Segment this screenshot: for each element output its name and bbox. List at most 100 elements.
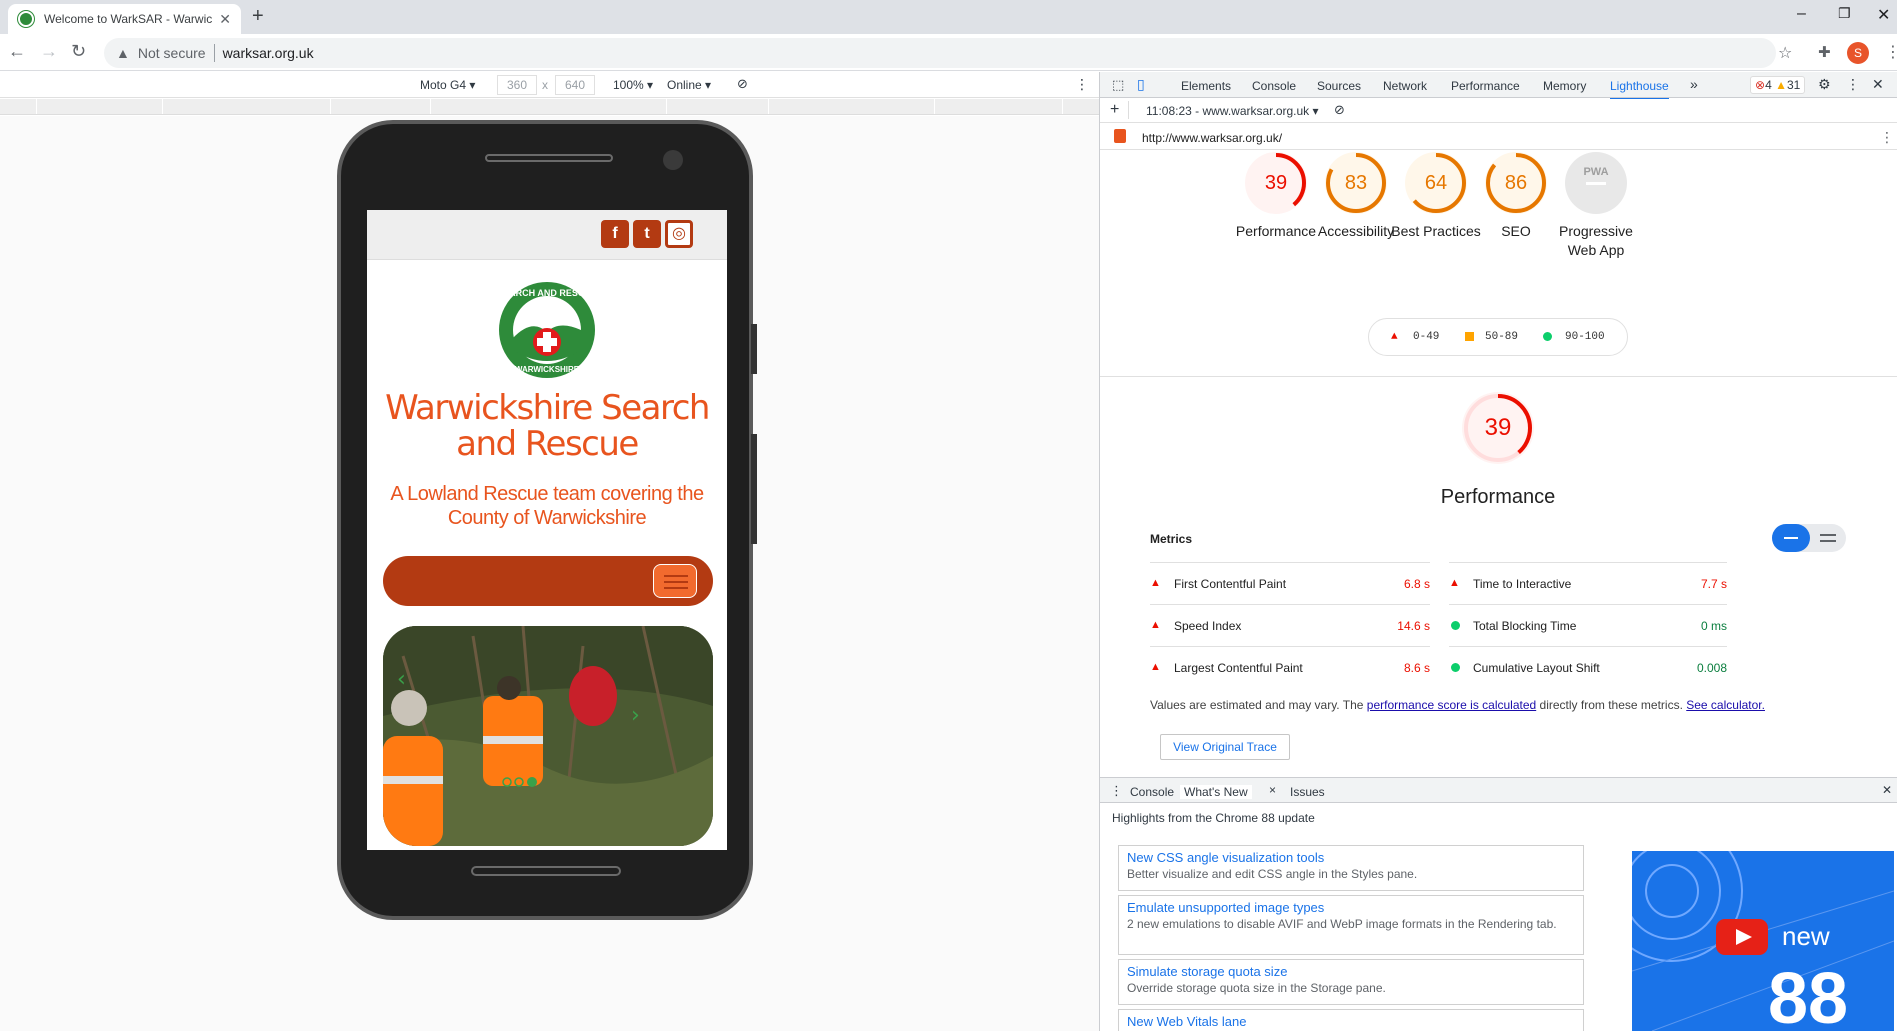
view-original-trace-button[interactable]: View Original Trace bbox=[1160, 734, 1290, 760]
drawer-tab-whats-new[interactable]: What's New bbox=[1180, 785, 1252, 799]
fail-triangle-icon: ▲ bbox=[1391, 331, 1398, 343]
tab-elements[interactable]: Elements bbox=[1181, 79, 1231, 93]
toolbar-divider bbox=[1128, 101, 1129, 119]
average-square-icon bbox=[1465, 332, 1474, 341]
settings-gear-icon[interactable]: ⚙ bbox=[1818, 76, 1831, 93]
extensions-puzzle-icon[interactable]: ✚ bbox=[1818, 43, 1831, 61]
rotate-icon[interactable]: ⊘ bbox=[737, 76, 748, 92]
metrics-heading: Metrics bbox=[1150, 532, 1193, 546]
close-drawer-icon[interactable]: ✕ bbox=[1882, 783, 1892, 797]
legend-pass: 90-100 bbox=[1565, 331, 1605, 343]
drawer-menu-icon[interactable]: ⋮ bbox=[1110, 783, 1123, 799]
tab-close-icon[interactable]: ✕ bbox=[219, 11, 231, 28]
forward-icon[interactable]: → bbox=[40, 41, 58, 62]
main-performance-gauge[interactable]: 39 bbox=[1448, 392, 1548, 464]
device-toggle-icon[interactable]: ▯ bbox=[1137, 76, 1145, 93]
fail-triangle-icon: ▲ bbox=[1150, 661, 1161, 673]
twitter-icon[interactable]: t bbox=[633, 220, 661, 248]
close-devtools-icon[interactable]: ✕ bbox=[1872, 76, 1884, 93]
tab-memory[interactable]: Memory bbox=[1543, 79, 1586, 93]
tab-lighthouse[interactable]: Lighthouse bbox=[1610, 79, 1669, 100]
hero-carousel-image[interactable]: ‹ › bbox=[383, 626, 713, 846]
score-gauge-progressive-web-app[interactable]: PWA Progressive Web App bbox=[1548, 152, 1644, 260]
report-selector[interactable]: 11:08:23 - www.warksar.org.uk ▾ bbox=[1146, 104, 1319, 118]
svg-text:WARWICKSHIRE: WARWICKSHIRE bbox=[515, 365, 580, 374]
browser-menu-icon[interactable]: ⋮ bbox=[1885, 42, 1897, 62]
score-calculated-link[interactable]: performance score is calculated bbox=[1367, 698, 1536, 712]
whats-new-card[interactable]: New CSS angle visualization tools Better… bbox=[1118, 845, 1584, 891]
tab-network[interactable]: Network bbox=[1383, 79, 1427, 93]
restore-button[interactable]: ❐ bbox=[1838, 5, 1851, 22]
new-report-icon[interactable]: + bbox=[1110, 101, 1119, 119]
facebook-icon[interactable]: f bbox=[601, 220, 629, 248]
whats-new-card[interactable]: Simulate storage quota size Override sto… bbox=[1118, 959, 1584, 1005]
instagram-icon[interactable]: ◎ bbox=[665, 220, 693, 248]
device-select[interactable]: Moto G4 ▾ bbox=[420, 78, 475, 92]
gauge-circle: 86 bbox=[1485, 152, 1547, 214]
close-whats-new-icon[interactable]: × bbox=[1269, 783, 1276, 797]
lighthouse-toolbar: + 11:08:23 - www.warksar.org.uk ▾ ⊘ bbox=[1100, 99, 1897, 123]
site-subtitle: A Lowland Rescue team covering the Count… bbox=[390, 483, 704, 529]
viewport-height-input[interactable]: 640 bbox=[555, 75, 595, 95]
drawer-tab-issues[interactable]: Issues bbox=[1290, 785, 1325, 799]
inspect-element-icon[interactable]: ⬚ bbox=[1112, 77, 1124, 93]
gauge-label: Progressive Web App bbox=[1559, 223, 1633, 258]
error-warning-counter[interactable]: ⊗4 ▲31 bbox=[1750, 76, 1806, 94]
tab-performance[interactable]: Performance bbox=[1451, 79, 1520, 93]
minimize-button[interactable]: – bbox=[1797, 5, 1806, 23]
chrome-update-video-thumbnail[interactable]: new 88 bbox=[1632, 851, 1894, 1031]
address-bar[interactable]: ▲ Not secure warksar.org.uk bbox=[104, 38, 1776, 68]
tab-sources[interactable]: Sources bbox=[1317, 79, 1361, 93]
warning-count: 31 bbox=[1786, 78, 1801, 92]
window-close-button[interactable]: ✕ bbox=[1877, 5, 1890, 25]
browser-toolbar: ← → ↻ ▲ Not secure warksar.org.uk ☆ ✚ S … bbox=[0, 34, 1897, 71]
tab-console[interactable]: Console bbox=[1252, 79, 1296, 93]
pwa-dash-icon bbox=[1586, 182, 1606, 185]
metric-row: Cumulative Layout Shift 0.008 bbox=[1449, 646, 1727, 688]
gauge-score: 86 bbox=[1504, 172, 1528, 194]
zoom-select[interactable]: 100% ▾ bbox=[613, 78, 653, 92]
card-title[interactable]: New Web Vitals lane bbox=[1127, 1014, 1575, 1030]
device-toolbar-menu-icon[interactable]: ⋮ bbox=[1075, 76, 1089, 93]
whats-new-heading: Highlights from the Chrome 88 update bbox=[1112, 811, 1315, 825]
card-title[interactable]: Emulate unsupported image types bbox=[1127, 900, 1575, 916]
phone-frame: f t ◎ SEARCH AND RESCUE WARWICKSHIRE War… bbox=[337, 120, 757, 920]
card-title[interactable]: Simulate storage quota size bbox=[1127, 964, 1575, 980]
media-query-ruler[interactable] bbox=[0, 99, 1099, 115]
device-screen: f t ◎ SEARCH AND RESCUE WARWICKSHIRE War… bbox=[367, 210, 727, 850]
clear-reports-icon[interactable]: ⊘ bbox=[1334, 102, 1345, 118]
card-title[interactable]: New CSS angle visualization tools bbox=[1127, 850, 1575, 866]
drawer-tab-console[interactable]: Console bbox=[1130, 785, 1174, 799]
gauge-circle: 83 bbox=[1325, 152, 1387, 214]
bookmark-star-icon[interactable]: ☆ bbox=[1778, 43, 1792, 63]
svg-text:88: 88 bbox=[1768, 959, 1848, 1031]
report-url[interactable]: http://www.warksar.org.uk/ bbox=[1142, 131, 1282, 145]
expanded-view-icon[interactable] bbox=[1820, 534, 1836, 542]
profile-avatar[interactable]: S bbox=[1847, 42, 1869, 64]
metric-value: 8.6 s bbox=[1403, 661, 1430, 675]
devtools-menu-icon[interactable]: ⋮ bbox=[1846, 76, 1860, 93]
viewport-width-input[interactable]: 360 bbox=[497, 75, 537, 95]
whats-new-card[interactable]: Emulate unsupported image types 2 new em… bbox=[1118, 895, 1584, 955]
fail-triangle-icon: ▲ bbox=[1449, 577, 1460, 589]
hamburger-menu-button[interactable] bbox=[653, 564, 697, 598]
reload-icon[interactable]: ↻ bbox=[71, 41, 86, 62]
more-tabs-button[interactable]: » bbox=[1690, 76, 1698, 92]
report-menu-icon[interactable]: ⋮ bbox=[1880, 129, 1894, 146]
site-logo[interactable]: SEARCH AND RESCUE WARWICKSHIRE bbox=[497, 280, 597, 380]
url-text[interactable]: warksar.org.uk bbox=[223, 45, 314, 61]
warning-icon[interactable]: ▲ bbox=[116, 45, 130, 61]
metrics-view-toggle[interactable] bbox=[1772, 524, 1846, 552]
see-calculator-link[interactable]: See calculator. bbox=[1686, 698, 1765, 712]
not-secure-label[interactable]: Not secure bbox=[138, 45, 206, 61]
browser-tab[interactable]: Welcome to WarkSAR - Warwick ✕ bbox=[8, 4, 241, 34]
site-title: Warwickshire Search and Rescue bbox=[385, 388, 710, 464]
network-throttle-select[interactable]: Online ▾ bbox=[667, 78, 711, 92]
error-icon: ⊗ bbox=[1755, 78, 1766, 92]
site-navbar bbox=[383, 556, 713, 606]
new-tab-button[interactable]: + bbox=[252, 5, 264, 28]
back-icon[interactable]: ← bbox=[8, 41, 26, 62]
whats-new-card[interactable]: New Web Vitals lane bbox=[1118, 1009, 1584, 1031]
error-count: 4 bbox=[1765, 78, 1772, 92]
gauge-score: PWA bbox=[1583, 166, 1609, 178]
